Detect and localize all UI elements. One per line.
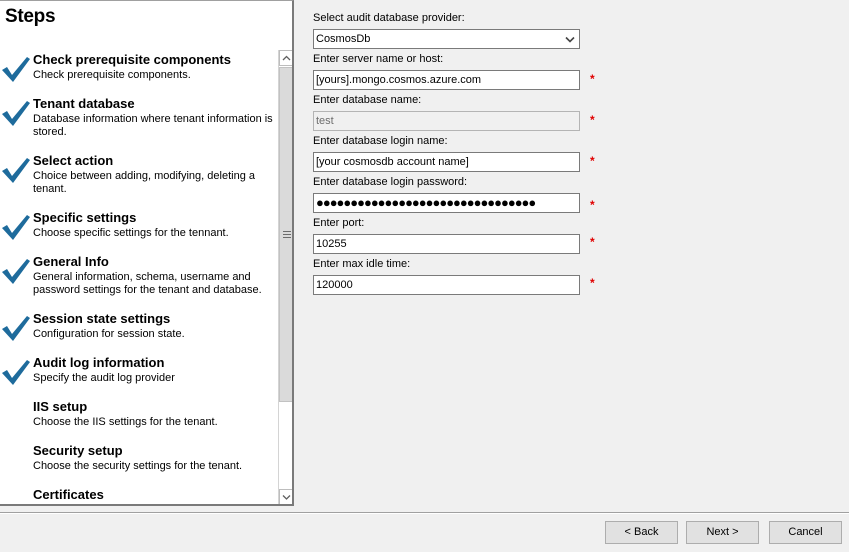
grip-line (283, 237, 291, 238)
chevron-down-icon (565, 36, 575, 43)
cancel-button[interactable]: Cancel (769, 521, 842, 544)
steps-scrollbar[interactable] (278, 50, 292, 504)
idle-label: Enter max idle time: (313, 258, 411, 270)
chevron-down-icon (282, 495, 291, 500)
required-marker: * (590, 276, 595, 290)
port-label: Enter port: (313, 217, 365, 229)
chevron-up-icon (282, 55, 291, 61)
back-button[interactable]: < Back (605, 521, 678, 544)
checkmark-icon (2, 316, 30, 341)
steps-title: Steps (5, 6, 56, 27)
server-input[interactable]: [yours].mongo.cosmos.azure.com (313, 70, 580, 90)
required-marker: * (590, 72, 595, 86)
required-marker: * (590, 113, 595, 127)
idle-input[interactable]: 120000 (313, 275, 580, 295)
scroll-down-button[interactable] (279, 489, 292, 504)
provider-label: Select audit database provider: (313, 12, 465, 24)
step-title: General Info (33, 254, 109, 269)
footer-separator (0, 512, 849, 514)
step-description: Specify the audit log provider (33, 372, 175, 384)
step-title: Audit log information (33, 355, 165, 370)
step-description: General information, schema, username an… (33, 271, 262, 296)
step-title: Certificates (33, 487, 104, 502)
required-marker: * (590, 154, 595, 168)
provider-value: CosmosDb (316, 33, 371, 45)
provider-select[interactable]: CosmosDb (313, 29, 580, 49)
required-marker: * (590, 235, 595, 249)
checkmark-icon (2, 360, 30, 385)
step-title: Specific settings (33, 210, 137, 225)
step-description: Choose specific settings for the tennant… (33, 227, 229, 239)
server-label: Enter server name or host: (313, 53, 444, 65)
port-input[interactable]: 10255 (313, 234, 580, 254)
checkmark-icon (2, 101, 30, 126)
step-description: Database information where tenant inform… (33, 113, 273, 138)
password-label: Enter database login password: (313, 176, 468, 188)
database-input[interactable]: test (313, 111, 580, 131)
step-title: Session state settings (33, 311, 171, 326)
required-marker: * (590, 198, 595, 212)
step-description: Choose the IIS settings for the tenant. (33, 416, 218, 428)
step-description: Choose the security settings for the ten… (33, 460, 243, 472)
checkmark-icon (2, 259, 30, 284)
scroll-thumb[interactable] (279, 67, 292, 402)
login-input[interactable]: [your cosmosdb account name] (313, 152, 580, 172)
checkmark-icon (2, 57, 30, 82)
step-description: Choice between adding, modifying, deleti… (33, 170, 255, 195)
step-description: Configuration for session state. (33, 328, 185, 340)
scroll-up-button[interactable] (279, 50, 292, 66)
steps-panel: Steps Check prerequisite components Chec… (0, 0, 294, 506)
step-title: Select action (33, 153, 114, 168)
step-title: Check prerequisite components (33, 52, 231, 67)
password-input[interactable]: ●●●●●●●●●●●●●●●●●●●●●●●●●●●●●●●● (313, 193, 580, 213)
step-title: Security setup (33, 443, 123, 458)
step-title: Tenant database (33, 96, 135, 111)
grip-line (283, 231, 291, 232)
database-label: Enter database name: (313, 94, 422, 106)
step-description: Check prerequisite components. (33, 69, 191, 81)
checkmark-icon (2, 158, 30, 183)
login-label: Enter database login name: (313, 135, 448, 147)
checkmark-icon (2, 215, 30, 240)
next-button[interactable]: Next > (686, 521, 759, 544)
step-title: IIS setup (33, 399, 88, 414)
grip-line (283, 234, 291, 235)
